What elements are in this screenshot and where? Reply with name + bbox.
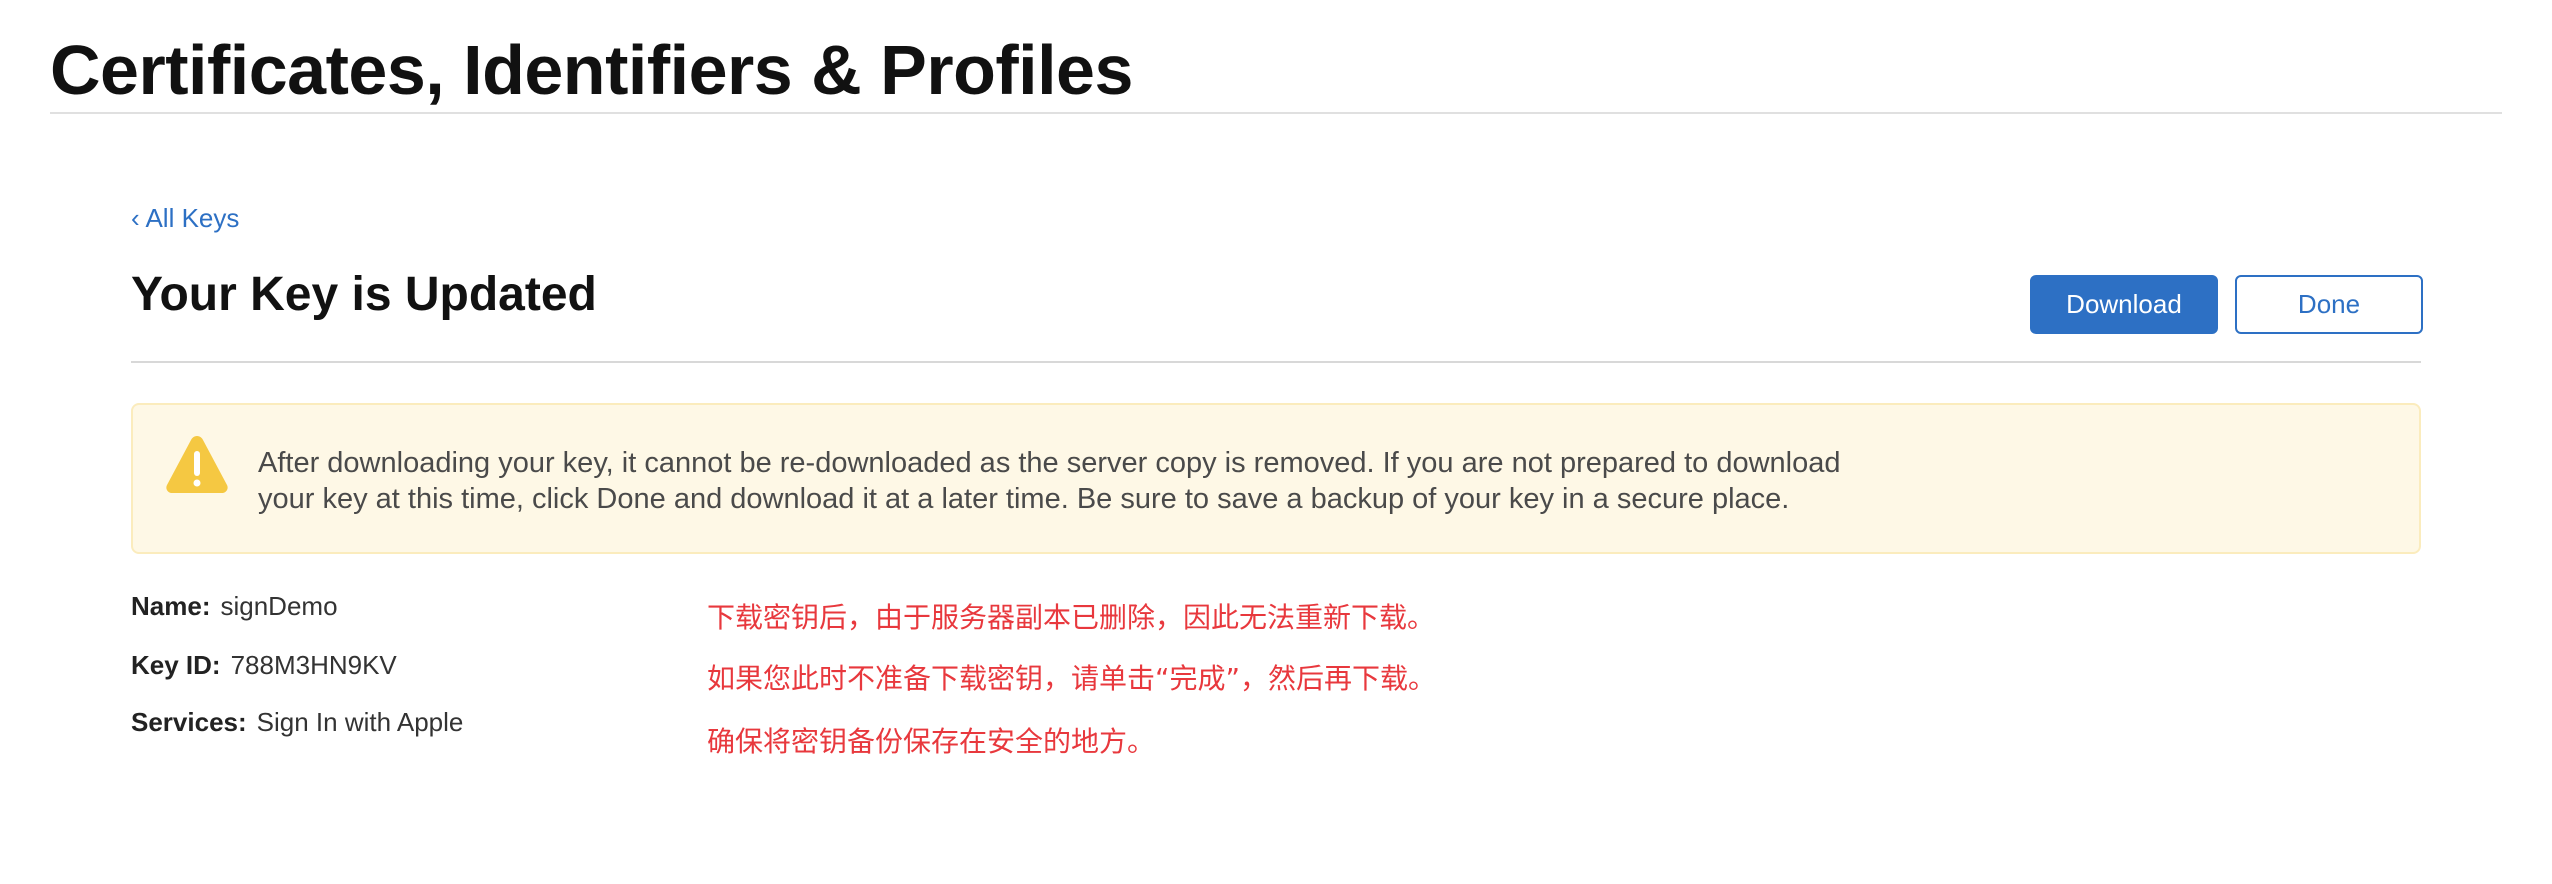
detail-value: Sign In with Apple — [256, 707, 464, 737]
warning-text: After downloading your key, it cannot be… — [258, 445, 2058, 517]
section-divider — [131, 361, 2421, 363]
annotation-line-3: 确保将密钥备份保存在安全的地方。 — [707, 725, 1156, 758]
detail-name: Name: signDemo — [131, 591, 338, 622]
download-button[interactable]: Download — [2030, 275, 2218, 334]
warning-line-1: After downloading your key, it cannot be… — [258, 447, 1841, 479]
section-title: Your Key is Updated — [131, 268, 597, 321]
annotation-line-2: 如果您此时不准备下载密钥，请单击“完成”，然后再下载。 — [707, 662, 1437, 695]
annotation-line-1: 下载密钥后，由于服务器副本已删除，因此无法重新下载。 — [707, 601, 1436, 634]
detail-label: Name: — [131, 591, 211, 621]
done-button[interactable]: Done — [2235, 275, 2423, 334]
page-title: Certificates, Identifiers & Profiles — [50, 31, 1133, 109]
header-divider — [50, 112, 2502, 114]
warning-line-2: your key at this time, click Done and do… — [258, 483, 1790, 515]
detail-services: Services: Sign In with Apple — [131, 707, 463, 738]
detail-value: 788M3HN9KV — [230, 650, 397, 680]
detail-label: Services: — [131, 707, 247, 737]
detail-value: signDemo — [220, 591, 338, 621]
warning-triangle-icon — [166, 436, 228, 493]
detail-label: Key ID: — [131, 650, 221, 680]
warning-banner: After downloading your key, it cannot be… — [131, 403, 2421, 554]
detail-key-id: Key ID: 788M3HN9KV — [131, 650, 397, 681]
all-keys-back-link[interactable]: ‹ All Keys — [131, 203, 239, 234]
